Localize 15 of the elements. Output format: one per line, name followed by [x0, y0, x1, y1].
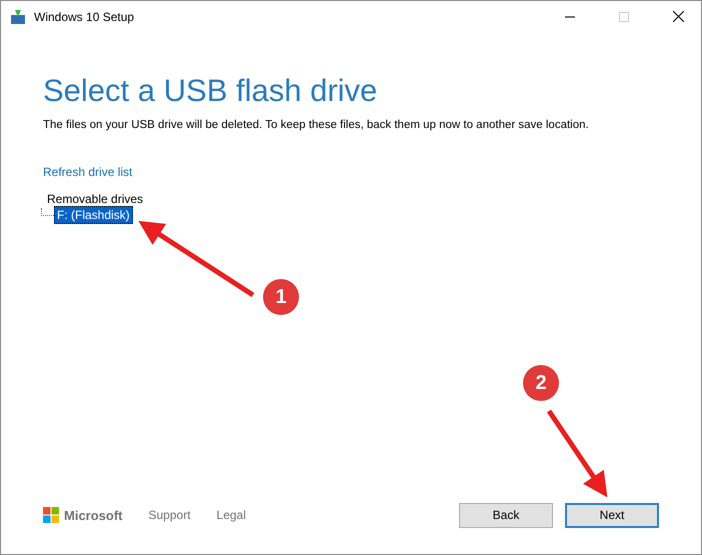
tree-item[interactable]: Removable drives — [47, 192, 701, 206]
microsoft-logo-icon — [43, 507, 59, 523]
brand-name: Microsoft — [64, 508, 122, 522]
page-heading: Select a USB flash drive — [43, 72, 378, 110]
window-title: Windows 10 Setup — [34, 10, 134, 24]
step-number-badge: 1 — [263, 279, 299, 315]
description-text: The files on your USB drive will be deleted. To keep these files, back them up now to another save location. — [43, 119, 590, 131]
footer-link[interactable]: Legal — [216, 508, 246, 522]
refresh-link[interactable]: Refresh drive list — [43, 165, 132, 179]
tree-item[interactable]: F: (Flashdisk) — [54, 206, 133, 224]
back-button[interactable]: Back — [459, 502, 553, 528]
next-button[interactable]: Next — [565, 502, 659, 528]
setup-icon — [10, 8, 26, 24]
footer-link[interactable]: Support — [148, 508, 191, 522]
step-number-badge: 2 — [523, 365, 559, 401]
